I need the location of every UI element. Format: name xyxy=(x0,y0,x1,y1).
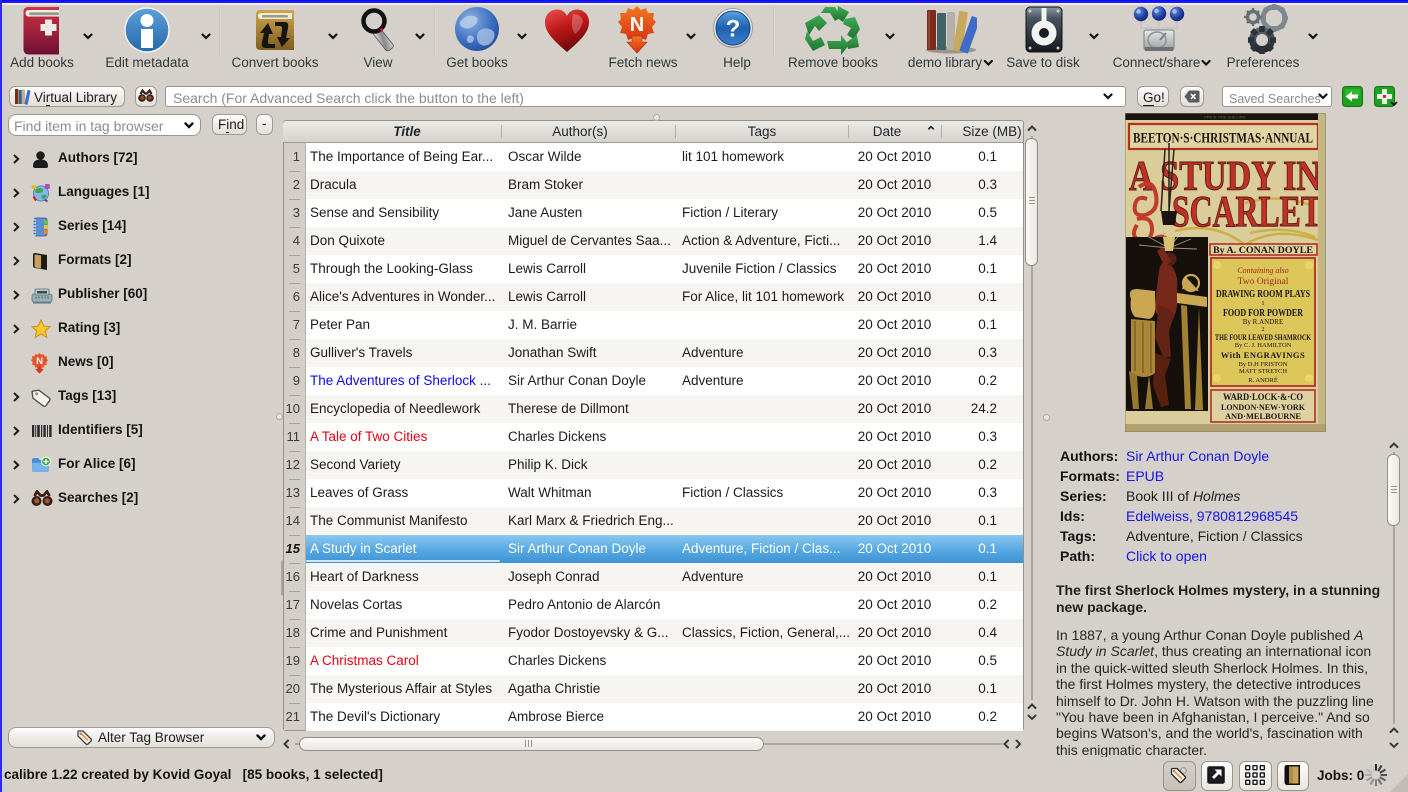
svg-text:BEETON·S·CHRISTMAS·ANNUAL: BEETON·S·CHRISTMAS·ANNUAL xyxy=(1133,131,1313,147)
svg-text:DRAWING ROOM PLAYS: DRAWING ROOM PLAYS xyxy=(1216,289,1310,300)
svg-text:Containing also: Containing also xyxy=(1237,266,1288,275)
svg-text:Two Original: Two Original xyxy=(1238,277,1289,287)
svg-text:By R.ANDRE: By R.ANDRE xyxy=(1243,318,1283,326)
svg-text:1: 1 xyxy=(1261,300,1264,307)
svg-text:N: N xyxy=(630,14,644,36)
svg-text:By C. J. HAMILTON: By C. J. HAMILTON xyxy=(1235,342,1292,349)
svg-text:By A. CONAN DOYLE: By A. CONAN DOYLE xyxy=(1213,245,1313,255)
svg-text:PRICE ONE SHILLING: PRICE ONE SHILLING xyxy=(1204,115,1245,120)
svg-text:N: N xyxy=(36,356,43,367)
svg-text:MATT STRETCH: MATT STRETCH xyxy=(1239,368,1287,375)
svg-text:SCARLET: SCARLET xyxy=(1172,187,1322,236)
svg-text:2: 2 xyxy=(1261,326,1264,333)
svg-text:THE FOUR LEAVED SHAMROCK: THE FOUR LEAVED SHAMROCK xyxy=(1215,333,1312,342)
svg-text:AND·MELBOURNE: AND·MELBOURNE xyxy=(1225,411,1301,421)
svg-text:By D.H FRISTON: By D.H FRISTON xyxy=(1239,361,1288,368)
svg-text:With ENGRAVINGS: With ENGRAVINGS xyxy=(1221,350,1305,360)
svg-text:R. ANDRÉ: R. ANDRÉ xyxy=(1248,376,1278,384)
svg-text:?: ? xyxy=(726,16,741,43)
